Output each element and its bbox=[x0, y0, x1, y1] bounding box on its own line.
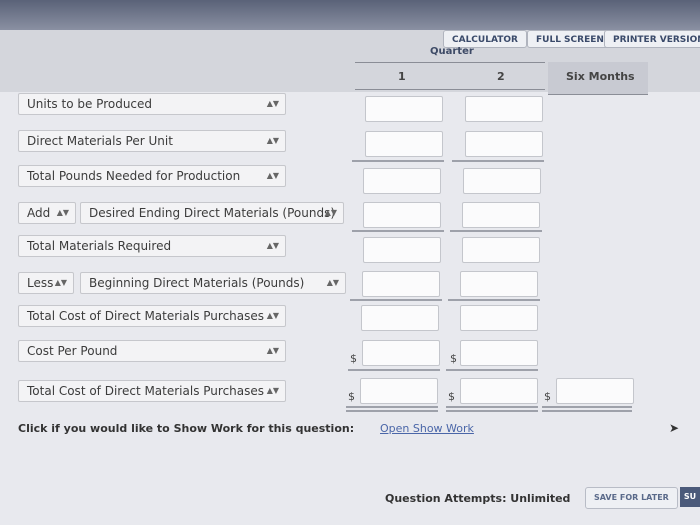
full-screen-button[interactable]: FULL SCREEN bbox=[527, 30, 613, 48]
row-label-select[interactable]: Units to be Produced ▲▼ bbox=[18, 93, 286, 115]
row-label-text: Desired Ending Direct Materials (Pounds) bbox=[89, 206, 336, 220]
show-work-prompt: Click if you would like to Show Work for… bbox=[18, 422, 355, 435]
row-double-underline bbox=[346, 406, 438, 408]
row-label-select[interactable]: Direct Materials Per Unit ▲▼ bbox=[18, 130, 286, 152]
row-label-select[interactable]: Total Materials Required ▲▼ bbox=[18, 235, 286, 257]
add-less-text: Less bbox=[27, 276, 54, 290]
row-label-text: Beginning Direct Materials (Pounds) bbox=[89, 276, 305, 290]
select-arrows-icon: ▲▼ bbox=[326, 278, 339, 287]
mouse-cursor-icon: ➤ bbox=[669, 421, 680, 435]
column-header-quarter-1: 1 bbox=[398, 70, 406, 83]
select-arrows-icon: ▲▼ bbox=[266, 346, 279, 355]
open-show-work-link[interactable]: Open Show Work bbox=[380, 422, 474, 435]
row-label-select[interactable]: Beginning Direct Materials (Pounds) ▲▼ bbox=[80, 272, 346, 294]
row-double-underline bbox=[446, 406, 538, 408]
column-header-six-months: Six Months bbox=[566, 70, 635, 83]
input-total-pounds-q2[interactable] bbox=[463, 168, 541, 194]
row-underline bbox=[452, 160, 544, 162]
select-arrows-icon: ▲▼ bbox=[266, 241, 279, 250]
row-underline bbox=[350, 299, 442, 301]
currency-symbol: $ bbox=[544, 390, 551, 403]
row-label-text: Direct Materials Per Unit bbox=[27, 134, 173, 148]
currency-symbol: $ bbox=[448, 390, 455, 403]
row-double-underline bbox=[542, 410, 632, 412]
input-beginning-dm-q2[interactable] bbox=[460, 271, 538, 297]
input-total-dm-pounds-q1[interactable] bbox=[361, 305, 439, 331]
row-label-text: Cost Per Pound bbox=[27, 344, 118, 358]
header-divider bbox=[355, 62, 545, 63]
select-arrows-icon: ▲▼ bbox=[266, 386, 279, 395]
input-beginning-dm-q1[interactable] bbox=[362, 271, 440, 297]
row-underline bbox=[450, 230, 542, 232]
select-arrows-icon: ▲▼ bbox=[266, 99, 279, 108]
row-label-text: Total Cost of Direct Materials Purchases bbox=[27, 309, 265, 323]
header-underline bbox=[355, 89, 545, 90]
row-underline bbox=[352, 160, 444, 162]
row-label-select[interactable]: Cost Per Pound ▲▼ bbox=[18, 340, 286, 362]
select-arrows-icon: ▲▼ bbox=[324, 208, 337, 217]
row-label-text: Total Cost of Direct Materials Purchases bbox=[27, 384, 265, 398]
quarter-label: Quarter bbox=[430, 46, 474, 57]
add-less-text: Add bbox=[27, 206, 51, 220]
row-underline bbox=[446, 369, 538, 371]
row-label-text: Units to be Produced bbox=[27, 97, 153, 111]
input-ending-dm-q1[interactable] bbox=[363, 202, 441, 228]
input-ending-dm-q2[interactable] bbox=[462, 202, 540, 228]
select-arrows-icon: ▲▼ bbox=[56, 208, 69, 217]
row-label-select[interactable]: Total Cost of Direct Materials Purchases… bbox=[18, 305, 286, 327]
window-top-band bbox=[0, 0, 700, 30]
input-total-dm-pounds-q2[interactable] bbox=[460, 305, 538, 331]
row-underline bbox=[348, 369, 440, 371]
row-label-select[interactable]: Total Pounds Needed for Production ▲▼ bbox=[18, 165, 286, 187]
select-arrows-icon: ▲▼ bbox=[266, 311, 279, 320]
row-double-underline bbox=[542, 406, 632, 408]
input-dm-per-unit-q1[interactable] bbox=[365, 131, 443, 157]
select-arrows-icon: ▲▼ bbox=[54, 278, 67, 287]
submit-button[interactable]: SU bbox=[680, 487, 700, 507]
currency-symbol: $ bbox=[450, 352, 457, 365]
input-units-q1[interactable] bbox=[365, 96, 443, 122]
currency-symbol: $ bbox=[348, 390, 355, 403]
row-underline bbox=[352, 230, 444, 232]
input-total-pounds-q1[interactable] bbox=[363, 168, 441, 194]
select-arrows-icon: ▲▼ bbox=[266, 171, 279, 180]
add-less-select[interactable]: Add ▲▼ bbox=[18, 202, 76, 224]
row-label-select[interactable]: Total Cost of Direct Materials Purchases… bbox=[18, 380, 286, 402]
row-double-underline bbox=[346, 410, 438, 412]
printer-version-button[interactable]: PRINTER VERSION bbox=[604, 30, 700, 48]
input-units-q2[interactable] bbox=[465, 96, 543, 122]
input-cost-per-pound-q2[interactable] bbox=[460, 340, 538, 366]
input-dm-per-unit-q2[interactable] bbox=[465, 131, 543, 157]
add-less-select[interactable]: Less ▲▼ bbox=[18, 272, 74, 294]
row-label-select[interactable]: Desired Ending Direct Materials (Pounds)… bbox=[80, 202, 344, 224]
row-label-text: Total Materials Required bbox=[27, 239, 172, 253]
currency-symbol: $ bbox=[350, 352, 357, 365]
save-for-later-button[interactable]: SAVE FOR LATER bbox=[585, 487, 678, 509]
column-header-quarter-2: 2 bbox=[497, 70, 505, 83]
input-total-required-q1[interactable] bbox=[363, 237, 441, 263]
row-double-underline bbox=[446, 410, 538, 412]
input-total-required-q2[interactable] bbox=[462, 237, 540, 263]
row-label-text: Total Pounds Needed for Production bbox=[27, 169, 241, 183]
input-total-cost-six-months[interactable] bbox=[556, 378, 634, 404]
row-underline bbox=[448, 299, 540, 301]
input-total-cost-q2[interactable] bbox=[460, 378, 538, 404]
question-attempts: Question Attempts: Unlimited bbox=[385, 492, 571, 505]
input-cost-per-pound-q1[interactable] bbox=[362, 340, 440, 366]
select-arrows-icon: ▲▼ bbox=[266, 136, 279, 145]
input-total-cost-q1[interactable] bbox=[360, 378, 438, 404]
